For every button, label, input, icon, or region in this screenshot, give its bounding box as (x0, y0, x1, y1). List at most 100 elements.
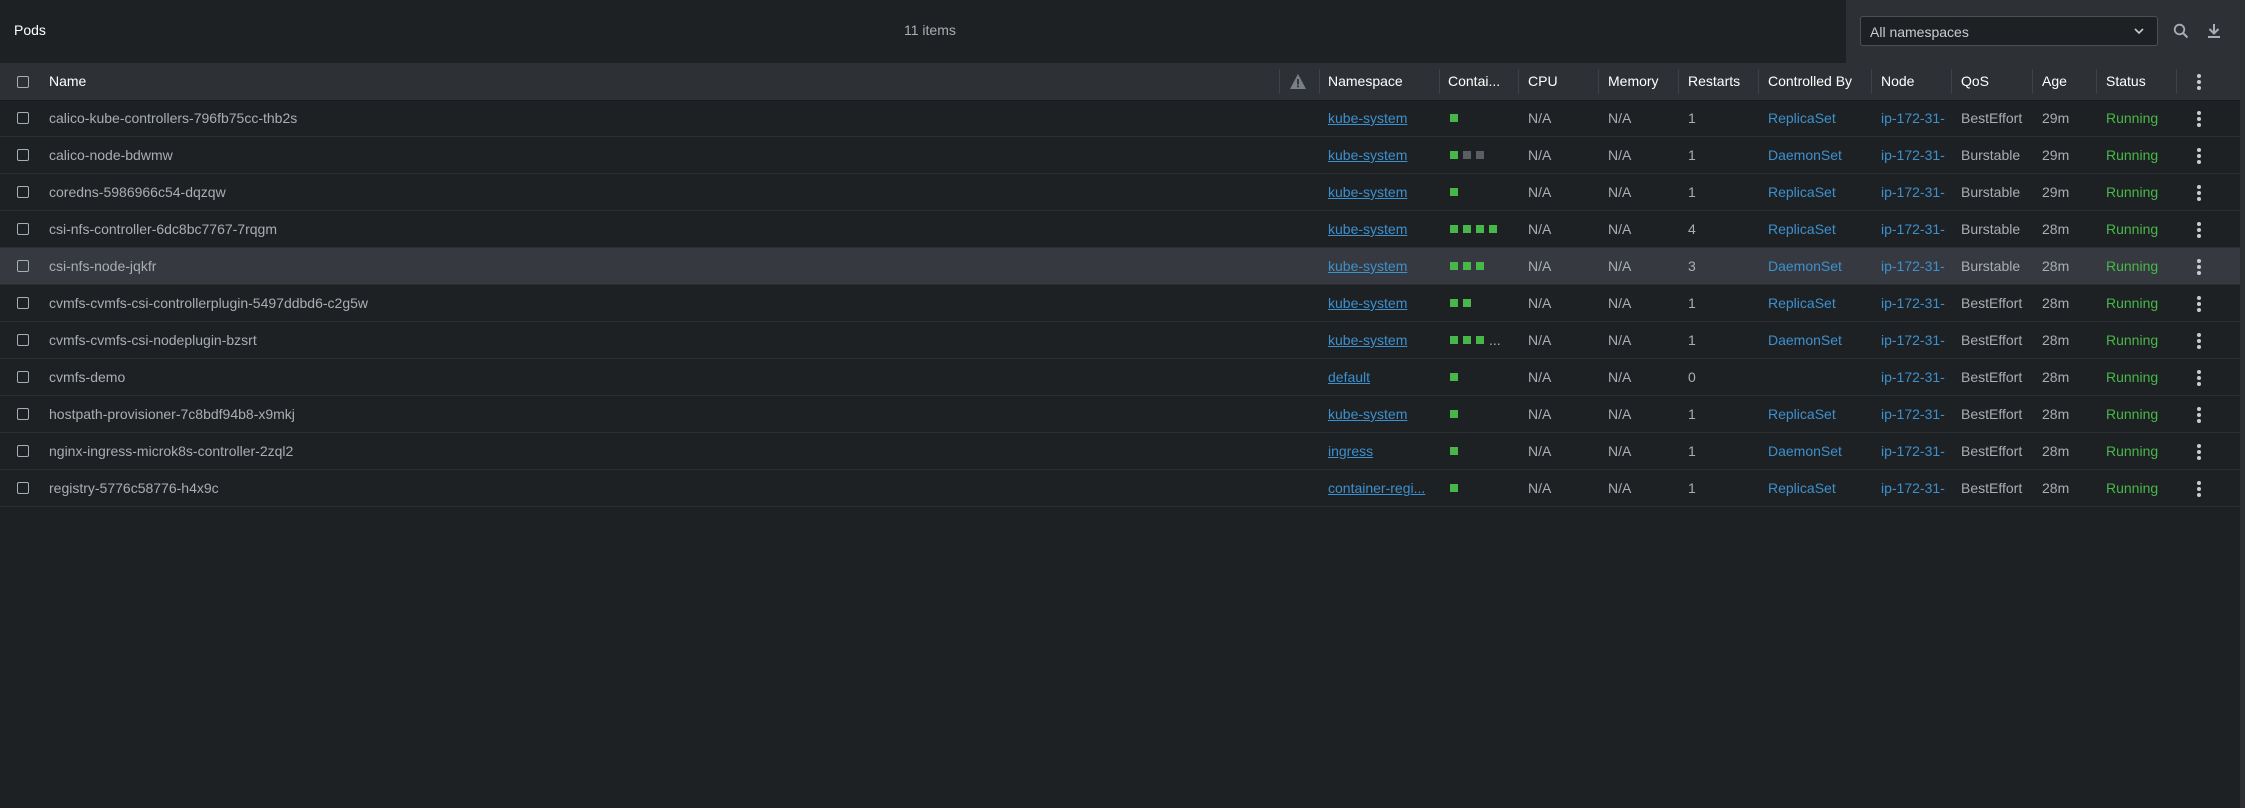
pod-name[interactable]: hostpath-provisioner-7c8bdf94b8-x9mkj (49, 396, 1269, 432)
table-row[interactable]: coredns-5986966c54-dqzqw kube-system N/A N/… (0, 174, 2245, 211)
pod-name[interactable]: registry-5776c58776-h4x9c (49, 470, 1269, 506)
namespace-link[interactable]: kube-system (1328, 248, 1433, 284)
column-divider[interactable] (2176, 69, 2177, 94)
column-header-age[interactable]: Age (2042, 63, 2067, 100)
namespace-link[interactable]: ingress (1328, 433, 1433, 469)
row-menu-button[interactable] (2193, 293, 2205, 313)
controlled-by-link[interactable] (1768, 359, 1868, 395)
column-divider[interactable] (1518, 69, 1519, 94)
node-link[interactable]: ip-172-31- (1881, 470, 1949, 506)
table-row[interactable]: csi-nfs-controller-6dc8bc7767-7rqgm kube-… (0, 211, 2245, 248)
controlled-by-link[interactable]: ReplicaSet (1768, 470, 1868, 506)
row-menu-button[interactable] (2193, 330, 2205, 350)
pod-name[interactable]: calico-node-bdwmw (49, 137, 1269, 173)
row-checkbox[interactable] (17, 371, 29, 383)
row-menu-button[interactable] (2193, 108, 2205, 128)
column-divider[interactable] (1439, 69, 1440, 94)
row-checkbox[interactable] (17, 408, 29, 420)
node-link[interactable]: ip-172-31- (1881, 211, 1949, 247)
row-menu-button[interactable] (2193, 478, 2205, 498)
controlled-by-link[interactable]: DaemonSet (1768, 248, 1868, 284)
table-row[interactable]: calico-kube-controllers-796fb75cc-thb2s k… (0, 100, 2245, 137)
row-menu-button[interactable] (2193, 441, 2205, 461)
namespace-link[interactable]: kube-system (1328, 211, 1433, 247)
row-checkbox[interactable] (17, 149, 29, 161)
row-checkbox[interactable] (17, 223, 29, 235)
column-header-cpu[interactable]: CPU (1528, 63, 1558, 100)
pod-name[interactable]: calico-kube-controllers-796fb75cc-thb2s (49, 100, 1269, 136)
download-icon[interactable] (2203, 20, 2225, 42)
node-link[interactable]: ip-172-31- (1881, 137, 1949, 173)
namespace-link[interactable]: container-regi... (1328, 470, 1433, 506)
namespace-link[interactable]: kube-system (1328, 322, 1433, 358)
table-row[interactable]: cvmfs-cvmfs-csi-controllerplugin-5497ddb… (0, 285, 2245, 322)
table-row[interactable]: csi-nfs-node-jqkfr kube-system N/A N/A 3 Daem… (0, 248, 2245, 285)
table-row[interactable]: hostpath-provisioner-7c8bdf94b8-x9mkj kub… (0, 396, 2245, 433)
columns-menu-button[interactable] (2193, 71, 2205, 91)
row-menu-button[interactable] (2193, 256, 2205, 276)
pod-name[interactable]: cvmfs-cvmfs-csi-nodeplugin-bzsrt (49, 322, 1269, 358)
node-link[interactable]: ip-172-31- (1881, 100, 1949, 136)
row-menu-button[interactable] (2193, 367, 2205, 387)
row-menu-button[interactable] (2193, 145, 2205, 165)
column-divider[interactable] (1951, 69, 1952, 94)
node-link[interactable]: ip-172-31- (1881, 174, 1949, 210)
namespace-link[interactable]: kube-system (1328, 285, 1433, 321)
controlled-by-link[interactable]: DaemonSet (1768, 322, 1868, 358)
node-link[interactable]: ip-172-31- (1881, 248, 1949, 284)
scrollbar[interactable] (2240, 63, 2245, 808)
namespace-link[interactable]: kube-system (1328, 137, 1433, 173)
row-checkbox[interactable] (17, 334, 29, 346)
search-icon[interactable] (2170, 20, 2192, 42)
controlled-by-link[interactable]: ReplicaSet (1768, 174, 1868, 210)
row-checkbox[interactable] (17, 260, 29, 272)
controlled-by-link[interactable]: ReplicaSet (1768, 285, 1868, 321)
row-checkbox[interactable] (17, 297, 29, 309)
table-row[interactable]: registry-5776c58776-h4x9c container-regi.… (0, 470, 2245, 507)
column-header-containers[interactable]: Contai... (1448, 63, 1500, 100)
column-header-namespace[interactable]: Namespace (1328, 63, 1403, 100)
controlled-by-link[interactable]: ReplicaSet (1768, 211, 1868, 247)
controlled-by-link[interactable]: ReplicaSet (1768, 396, 1868, 432)
pod-name[interactable]: cvmfs-demo (49, 359, 1269, 395)
controlled-by-link[interactable]: DaemonSet (1768, 433, 1868, 469)
namespace-link[interactable]: kube-system (1328, 174, 1433, 210)
column-divider[interactable] (2032, 69, 2033, 94)
node-link[interactable]: ip-172-31- (1881, 433, 1949, 469)
column-header-controlled-by[interactable]: Controlled By (1768, 63, 1852, 100)
namespace-link[interactable]: kube-system (1328, 396, 1433, 432)
column-divider[interactable] (2096, 69, 2097, 94)
column-header-qos[interactable]: QoS (1961, 63, 1989, 100)
pod-name[interactable]: csi-nfs-controller-6dc8bc7767-7rqgm (49, 211, 1269, 247)
table-row[interactable]: nginx-ingress-microk8s-controller-2zql2 i… (0, 433, 2245, 470)
row-checkbox[interactable] (17, 112, 29, 124)
row-checkbox[interactable] (17, 482, 29, 494)
column-divider[interactable] (1871, 69, 1872, 94)
controlled-by-link[interactable]: DaemonSet (1768, 137, 1868, 173)
column-header-restarts[interactable]: Restarts (1688, 63, 1740, 100)
row-menu-button[interactable] (2193, 182, 2205, 202)
node-link[interactable]: ip-172-31- (1881, 285, 1949, 321)
table-row[interactable]: calico-node-bdwmw kube-system N/A N/A 1 Daemo… (0, 137, 2245, 174)
column-divider[interactable] (1758, 69, 1759, 94)
row-checkbox[interactable] (17, 445, 29, 457)
select-all-checkbox[interactable] (17, 76, 29, 88)
column-divider[interactable] (1678, 69, 1679, 94)
column-header-memory[interactable]: Memory (1608, 63, 1659, 100)
column-header-name[interactable]: Name (49, 63, 86, 100)
node-link[interactable]: ip-172-31- (1881, 396, 1949, 432)
table-row[interactable]: cvmfs-demo default N/A N/A 0 ip-172-31- BestEf… (0, 359, 2245, 396)
row-menu-button[interactable] (2193, 404, 2205, 424)
namespace-link[interactable]: default (1328, 359, 1433, 395)
node-link[interactable]: ip-172-31- (1881, 322, 1949, 358)
column-divider[interactable] (1279, 69, 1280, 94)
column-divider[interactable] (1598, 69, 1599, 94)
column-header-node[interactable]: Node (1881, 63, 1914, 100)
pod-name[interactable]: cvmfs-cvmfs-csi-controllerplugin-5497ddb… (49, 285, 1269, 321)
column-divider[interactable] (1319, 69, 1320, 94)
row-checkbox[interactable] (17, 186, 29, 198)
namespace-select[interactable]: All namespaces (1860, 16, 2158, 46)
node-link[interactable]: ip-172-31- (1881, 359, 1949, 395)
table-row[interactable]: cvmfs-cvmfs-csi-nodeplugin-bzsrt kube-sys… (0, 322, 2245, 359)
pod-name[interactable]: coredns-5986966c54-dqzqw (49, 174, 1269, 210)
